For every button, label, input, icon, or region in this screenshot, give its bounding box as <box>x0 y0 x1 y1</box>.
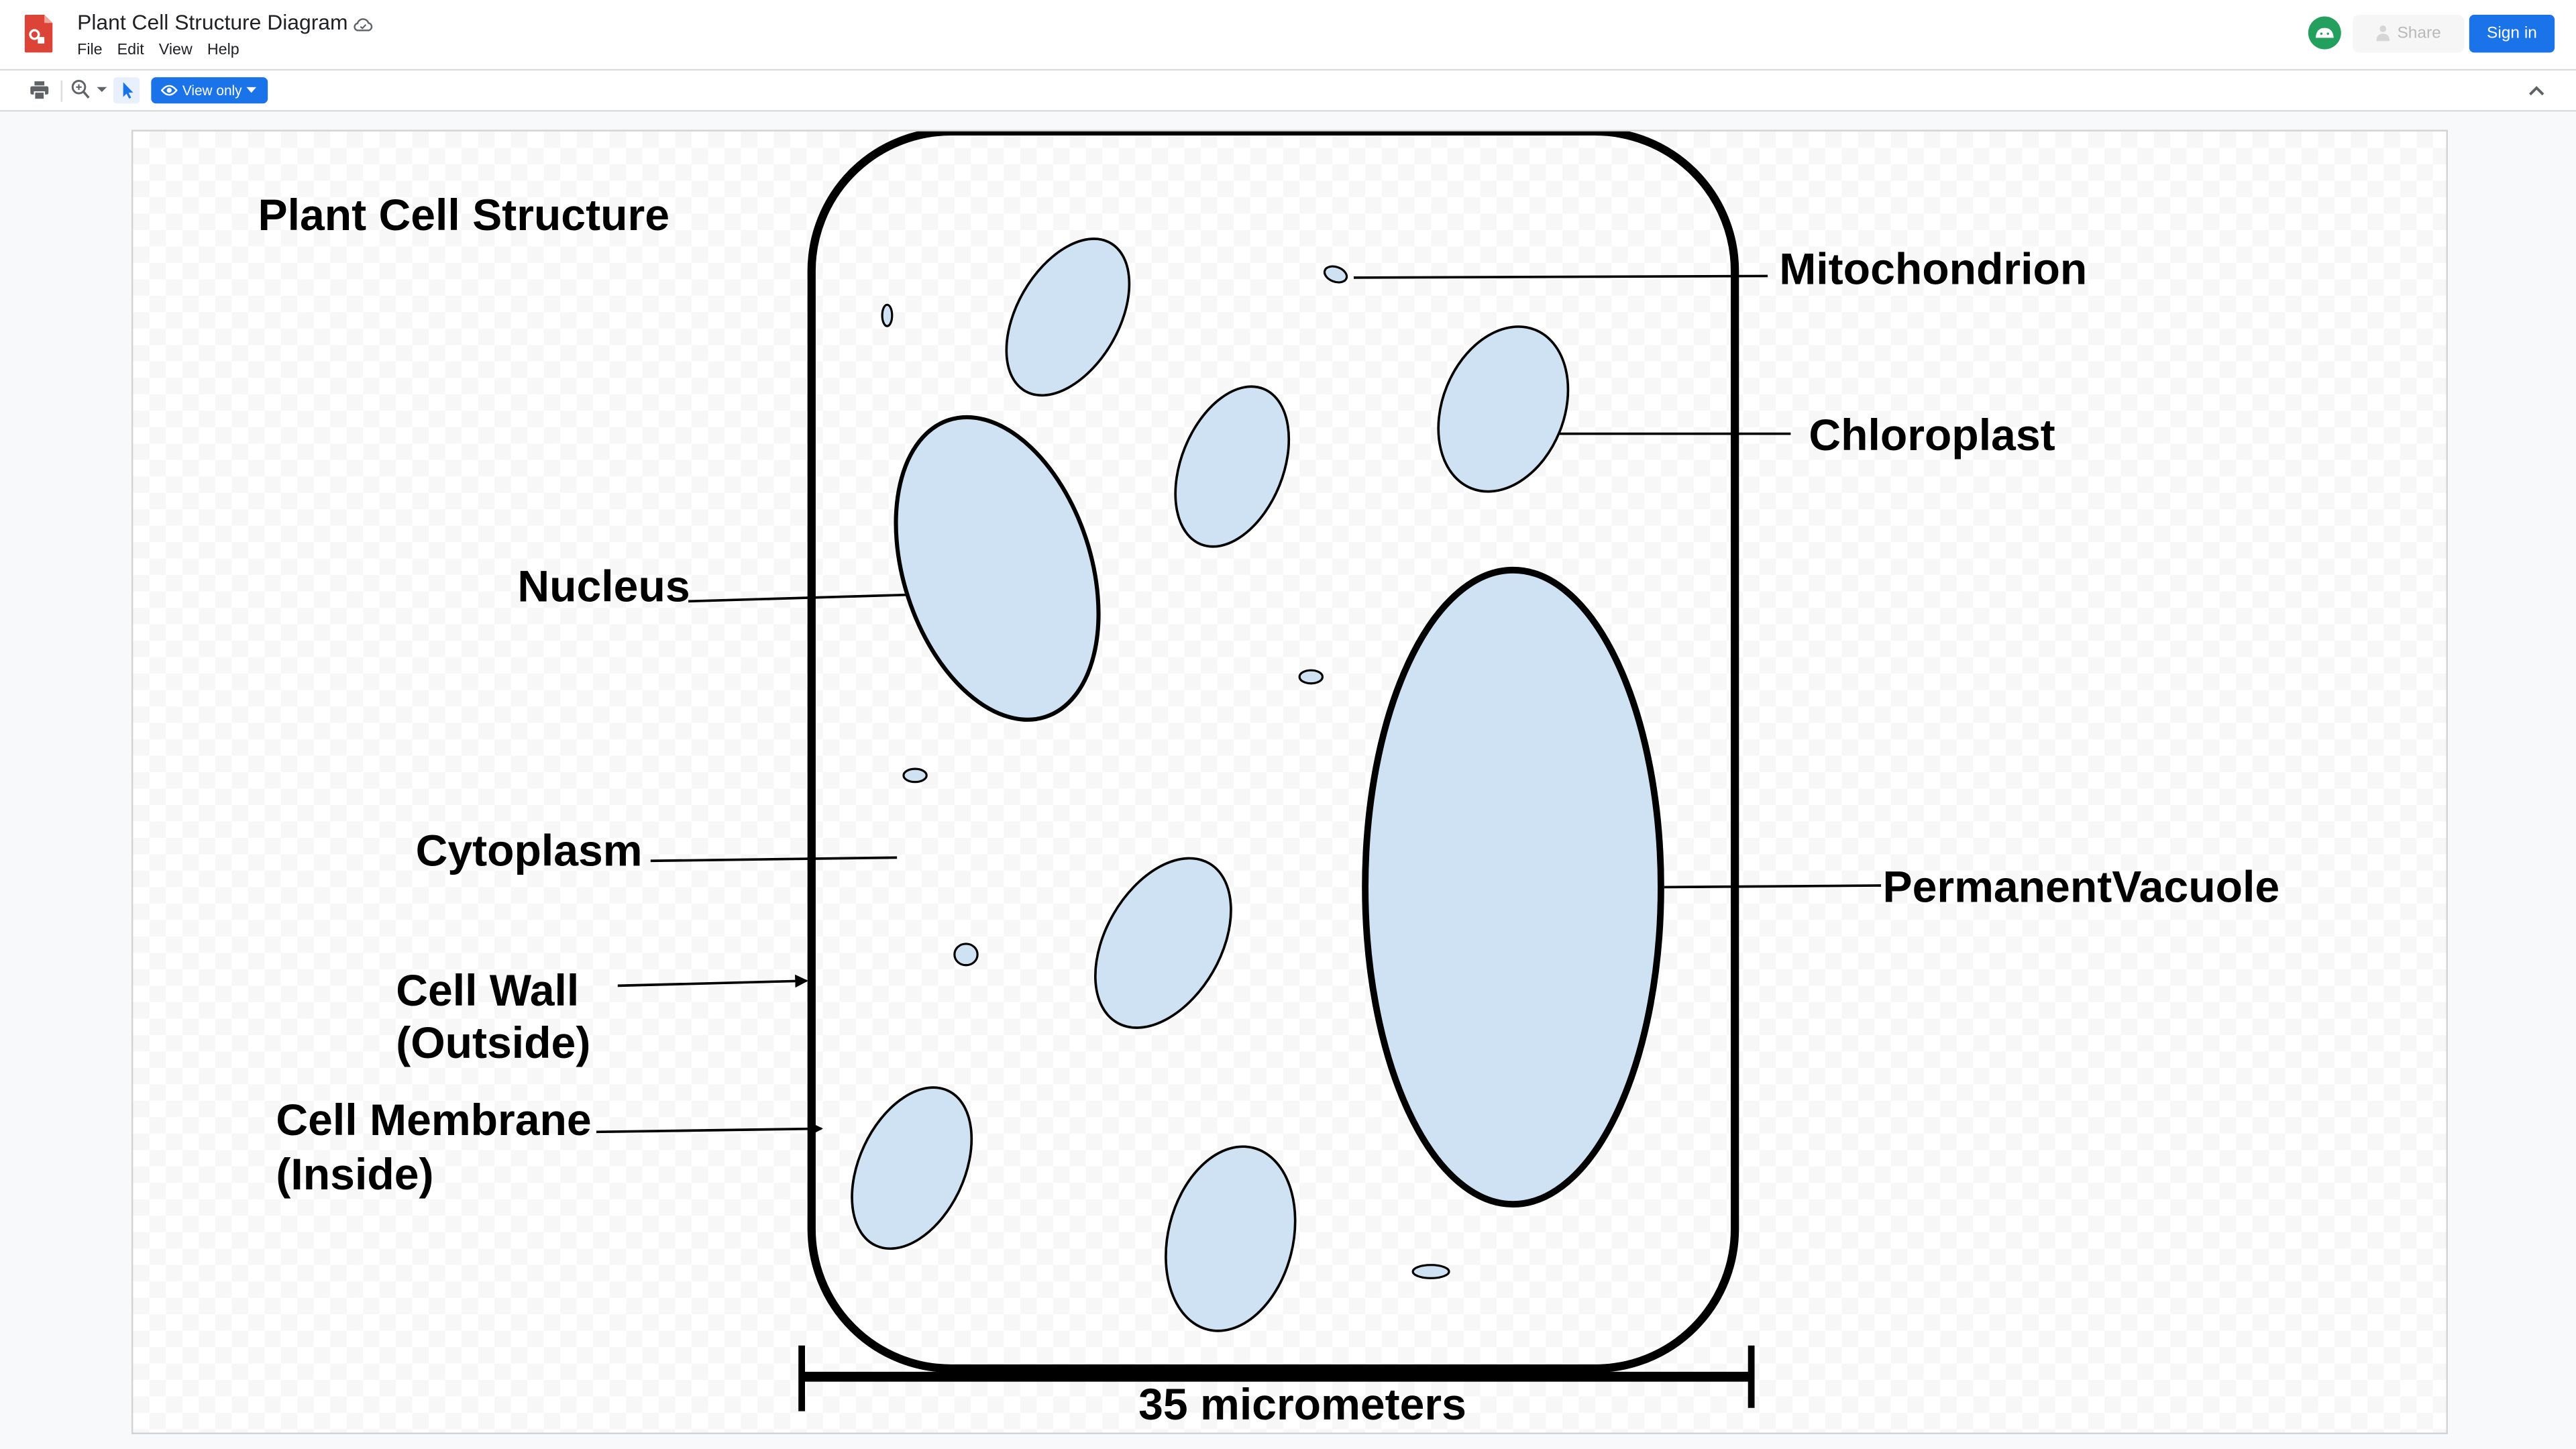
menu-help[interactable]: Help <box>207 41 239 59</box>
scale-bar-label: 35 micrometers <box>1138 1380 1466 1430</box>
menu-edit[interactable]: Edit <box>117 41 144 59</box>
label-cell-membrane-inside: (Inside) <box>276 1150 433 1199</box>
label-nucleus: Nucleus <box>517 561 690 611</box>
mitochondrion-leader-line <box>1353 274 1768 279</box>
mitochondrion-shape <box>1323 265 1348 284</box>
vacuole-shape <box>1362 566 1664 1208</box>
share-label: Share <box>2397 24 2441 43</box>
anonymous-animal-icon <box>2315 28 2334 38</box>
select-tool-button[interactable] <box>113 77 140 104</box>
label-cell-wall: Cell Wall <box>396 966 579 1016</box>
nucleus-leader-line <box>688 593 910 603</box>
sign-in-button[interactable]: Sign in <box>2469 15 2555 53</box>
share-person-icon <box>2376 25 2390 42</box>
drawings-logo-icon <box>24 15 53 53</box>
label-mitochondrion: Mitochondrion <box>1779 245 2087 294</box>
mitochondrion-shape <box>881 303 894 327</box>
cell-membrane-arrow <box>596 1122 823 1136</box>
toolbar-divider <box>60 80 63 102</box>
cursor-arrow-icon <box>123 82 133 99</box>
chloroplast-shape <box>1174 385 1291 548</box>
menu-file[interactable]: File <box>77 41 103 59</box>
chloroplast-shape <box>1437 325 1570 493</box>
cloud-saved-icon[interactable] <box>352 13 374 36</box>
cell-wall-arrow <box>617 974 808 988</box>
view-only-label: View only <box>182 82 242 99</box>
chloroplast-shape <box>1093 857 1232 1029</box>
eye-icon <box>161 85 178 96</box>
label-cytoplasm: Cytoplasm <box>416 826 643 876</box>
diagram-title: Plant Cell Structure <box>258 191 669 240</box>
vacuole-leader-line <box>1664 884 1882 889</box>
menu-view[interactable]: View <box>159 41 193 59</box>
zoom-icon[interactable] <box>70 79 90 102</box>
mitochondrion-shape <box>1298 669 1324 685</box>
chloroplast-shape <box>1005 237 1131 397</box>
nucleus-shape <box>894 415 1101 722</box>
plant-cell-diagram: Plant Cell Structure Mitochondrion Chlor… <box>258 131 2280 1430</box>
document-title[interactable]: Plant Cell Structure Diagram <box>77 10 347 35</box>
mitochondrion-shape <box>953 943 979 967</box>
share-button[interactable]: Share <box>2352 15 2465 53</box>
app-window: Plant Cell Structure Diagram File Edit V… <box>0 0 2576 1449</box>
chloroplast-shape <box>851 1086 973 1250</box>
view-only-dropdown[interactable]: View only <box>151 77 268 104</box>
label-chloroplast: Chloroplast <box>1809 411 2055 460</box>
label-permanent-vacuole: PermanentVacuole <box>1883 862 2280 912</box>
avatar[interactable] <box>2308 16 2341 50</box>
mitochondrion-shape <box>1411 1264 1450 1279</box>
print-icon[interactable] <box>30 80 49 101</box>
chevron-down-icon <box>246 87 257 93</box>
zoom-dropdown-caret-icon[interactable] <box>97 87 107 93</box>
collapse-chevron-up-icon[interactable] <box>2528 84 2544 97</box>
toolbar: View only <box>0 70 2576 112</box>
label-cell-membrane: Cell Membrane <box>276 1095 591 1145</box>
mitochondrion-shape <box>902 767 928 784</box>
cytoplasm-leader-line <box>650 856 898 863</box>
header-bar: Plant Cell Structure Diagram File Edit V… <box>0 0 2576 71</box>
chloroplast-shape <box>1165 1145 1297 1332</box>
drawing-canvas: Plant Cell Structure Mitochondrion Chlor… <box>131 129 2448 1434</box>
menu-bar: File Edit View Help <box>77 41 239 59</box>
label-cell-wall-outside: (Outside) <box>396 1018 590 1068</box>
